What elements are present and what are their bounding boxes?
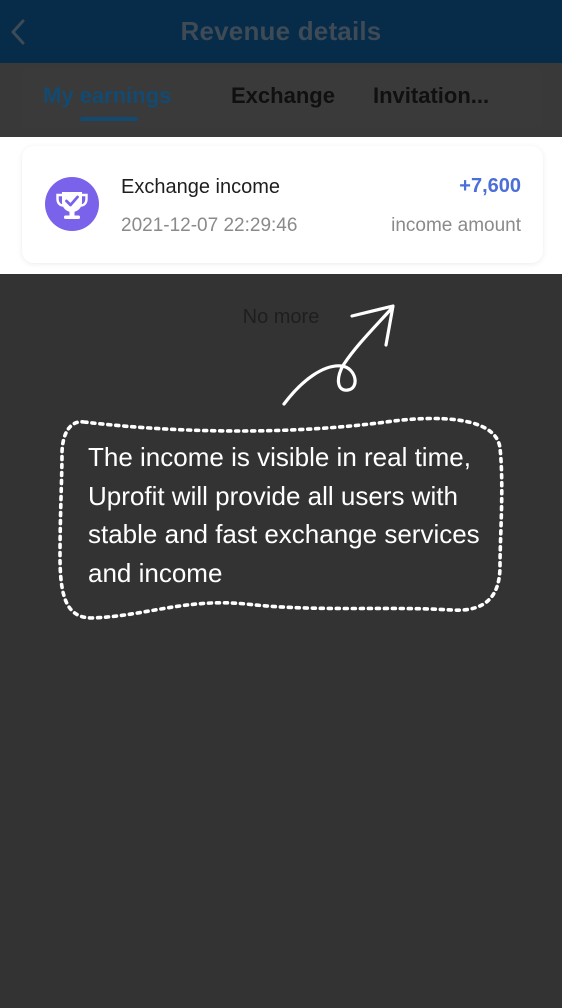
annotation-text: The income is visible in real time, Upro… <box>88 442 480 588</box>
tab-invitation[interactable]: Invitation... <box>373 83 489 109</box>
top-bar: Revenue details <box>0 0 562 63</box>
income-record-card[interactable]: Exchange income 2021-12-07 22:29:46 +7,6… <box>22 146 543 263</box>
record-title: Exchange income <box>121 176 280 198</box>
tab-my-earnings[interactable]: My earnings <box>43 83 171 109</box>
earnings-list: Exchange income 2021-12-07 22:29:46 +7,6… <box>0 137 562 274</box>
page-title: Revenue details <box>180 16 382 46</box>
record-amount: +7,600 <box>459 175 521 197</box>
active-tab-indicator <box>80 117 138 121</box>
record-datetime: 2021-12-07 22:29:46 <box>121 215 298 236</box>
tab-exchange[interactable]: Exchange <box>231 83 335 109</box>
record-amount-label: income amount <box>391 215 521 236</box>
annotation-arrow <box>282 304 395 406</box>
trophy-icon <box>45 177 99 231</box>
